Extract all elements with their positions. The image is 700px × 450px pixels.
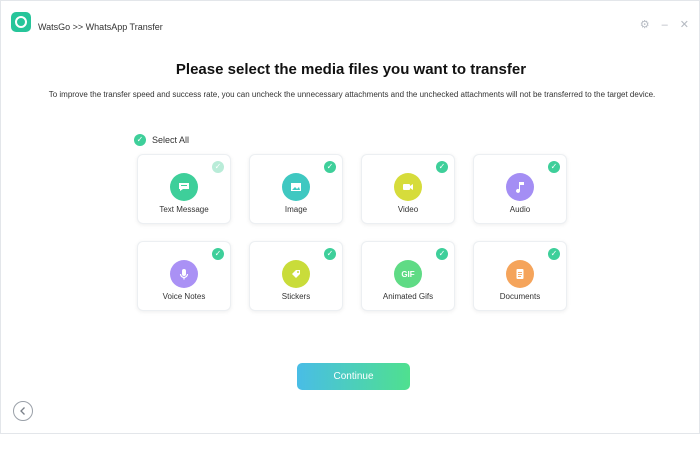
select-all-label: Select All: [152, 135, 190, 145]
app-window: WatsGo >> WhatsApp Transfer ⚙ – ✕ Please…: [0, 0, 700, 434]
window-controls: ⚙ – ✕: [640, 19, 689, 31]
title-bar: WatsGo >> WhatsApp Transfer ⚙ – ✕: [1, 1, 699, 32]
media-card-label: Video: [397, 205, 419, 214]
media-card-label: Animated Gifs: [382, 292, 434, 301]
chat-icon: [170, 173, 198, 201]
close-icon[interactable]: ✕: [680, 19, 689, 31]
check-icon[interactable]: ✓: [212, 161, 224, 173]
check-icon[interactable]: ✓: [548, 161, 560, 173]
microphone-icon: [170, 260, 198, 288]
media-card-label: Voice Notes: [162, 292, 206, 301]
watsgo-logo-icon: [11, 12, 31, 32]
media-card-stickers[interactable]: ✓ Stickers: [249, 241, 343, 311]
minimize-icon[interactable]: –: [662, 19, 668, 31]
media-card-text-message[interactable]: ✓ Text Message: [137, 154, 231, 224]
image-icon: [282, 173, 310, 201]
select-all-checkbox[interactable]: ✓ Select All: [134, 134, 189, 146]
window-title: WatsGo >> WhatsApp Transfer: [38, 22, 163, 32]
settings-icon[interactable]: ⚙: [640, 19, 650, 31]
check-icon[interactable]: ✓: [436, 248, 448, 260]
media-card-image[interactable]: ✓ Image: [249, 154, 343, 224]
media-card-video[interactable]: ✓ Video: [361, 154, 455, 224]
back-button[interactable]: [13, 401, 33, 421]
gif-icon: GIF: [394, 260, 422, 288]
music-icon: [506, 173, 534, 201]
media-card-animated-gifs[interactable]: ✓ GIF Animated Gifs: [361, 241, 455, 311]
video-icon: [394, 173, 422, 201]
check-icon: ✓: [134, 134, 146, 146]
media-card-label: Documents: [499, 292, 541, 301]
check-icon[interactable]: ✓: [548, 248, 560, 260]
page-subtitle: To improve the transfer speed and succes…: [48, 90, 656, 99]
media-card-label: Image: [284, 205, 308, 214]
arrow-left-icon: [20, 407, 25, 415]
sticker-icon: [282, 260, 310, 288]
media-card-audio[interactable]: ✓ Audio: [473, 154, 567, 224]
media-card-label: Text Message: [159, 205, 209, 214]
gif-icon-text: GIF: [401, 269, 415, 279]
media-grid: ✓ Text Message ✓ Image ✓ Video ✓ Audio ✓…: [137, 154, 567, 311]
continue-button[interactable]: Continue: [297, 363, 410, 390]
media-card-documents[interactable]: ✓ Documents: [473, 241, 567, 311]
media-card-voice-notes[interactable]: ✓ Voice Notes: [137, 241, 231, 311]
check-icon[interactable]: ✓: [212, 248, 224, 260]
media-card-label: Audio: [509, 205, 531, 214]
check-icon[interactable]: ✓: [436, 161, 448, 173]
page-title: Please select the media files you want t…: [175, 61, 527, 78]
check-icon[interactable]: ✓: [324, 248, 336, 260]
document-icon: [506, 260, 534, 288]
media-card-label: Stickers: [281, 292, 311, 301]
check-icon[interactable]: ✓: [324, 161, 336, 173]
